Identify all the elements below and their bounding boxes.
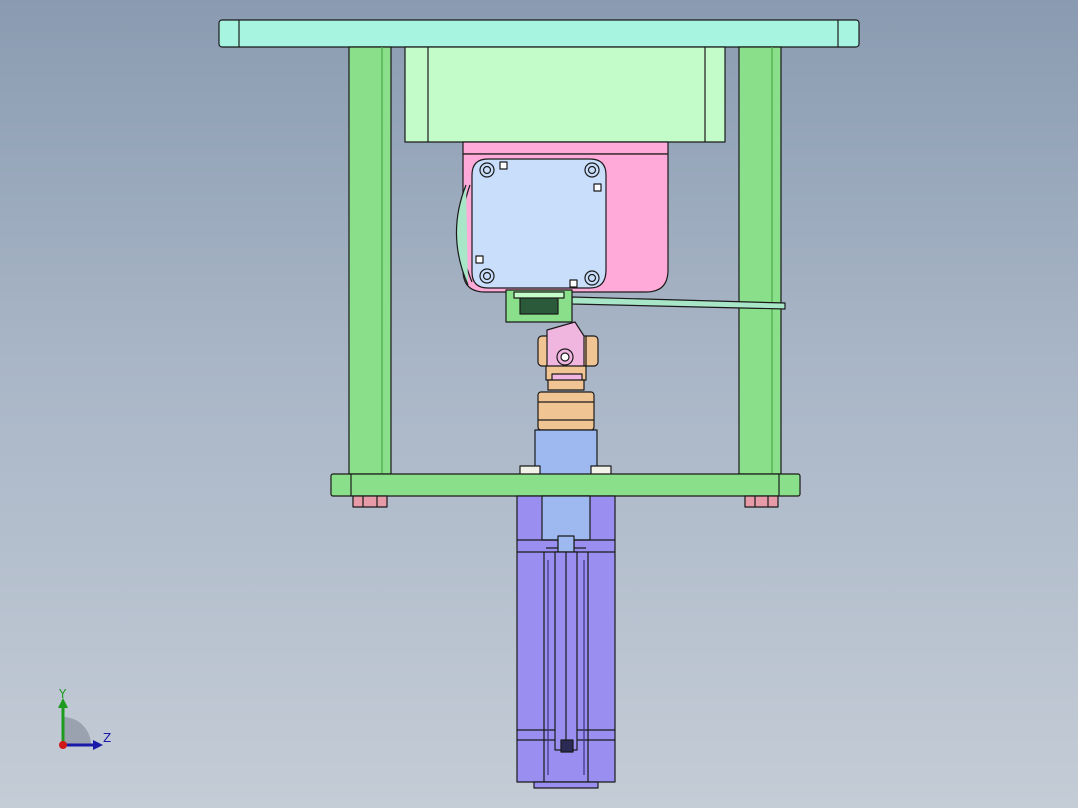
motor-bracket — [505, 289, 573, 323]
motor-housing — [404, 46, 726, 143]
motor-face-plate — [471, 158, 607, 289]
orientation-triad — [58, 698, 103, 750]
cylinder-body — [516, 495, 616, 789]
right-nut — [744, 495, 779, 508]
drive-shaft — [519, 429, 612, 477]
left-nut — [352, 495, 388, 508]
top-plate — [218, 19, 860, 48]
universal-joint — [537, 321, 599, 391]
cad-viewport[interactable]: Y Z — [0, 0, 1078, 808]
right-column — [738, 46, 782, 475]
model-drawing — [58, 19, 860, 789]
triad-z-label: Z — [103, 731, 112, 745]
left-column — [348, 46, 392, 475]
lower-coupling — [537, 391, 595, 431]
base-plate — [330, 473, 801, 497]
triad-y-label: Y — [59, 687, 67, 701]
